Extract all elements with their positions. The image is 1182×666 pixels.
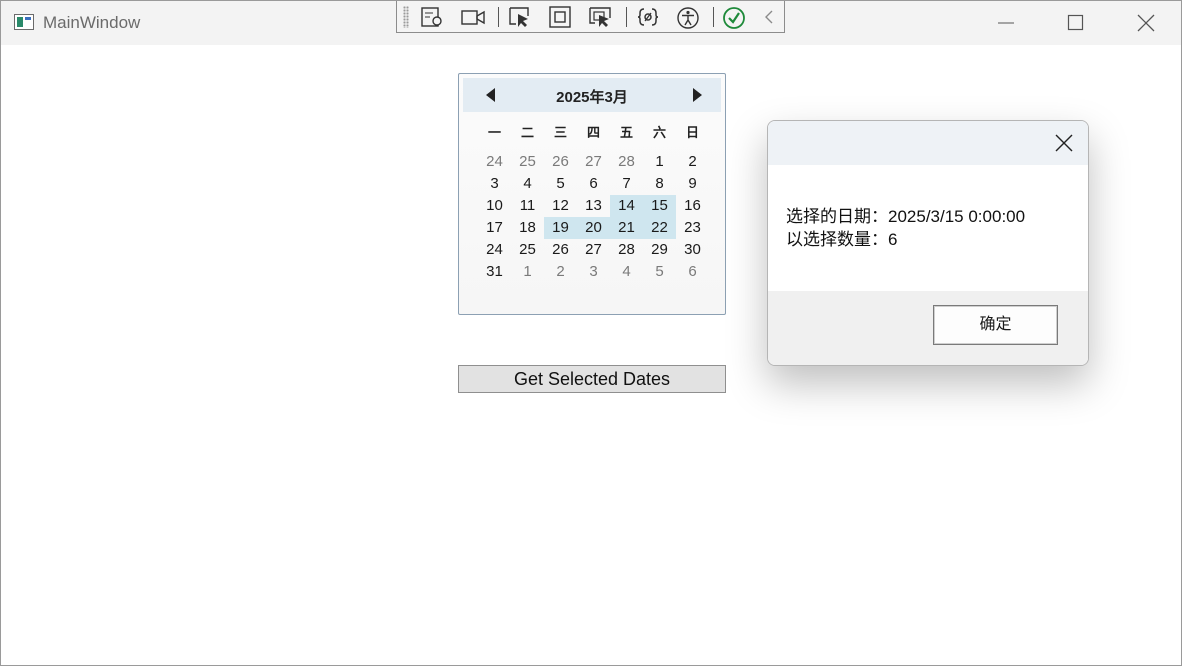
weekday-label: 四 [586, 125, 600, 140]
visual-tree-icon [421, 7, 442, 27]
calendar-day[interactable]: 16 [676, 195, 709, 217]
calendar: 2025年3月 一 二 三 四 五 六 日 24 25 26 27 28 1 2 3 4 5 6 7 8… [458, 73, 726, 315]
weekday-label: 二 [520, 125, 534, 140]
weekday-label: 六 [652, 125, 666, 140]
calendar-header: 2025年3月 [463, 78, 721, 112]
calendar-day[interactable]: 6 [577, 173, 610, 195]
layout-adorners-button[interactable] [547, 5, 573, 29]
calendar-day[interactable]: 19 [544, 217, 577, 239]
calendar-day[interactable]: 5 [643, 261, 676, 283]
calendar-day[interactable]: 27 [577, 239, 610, 261]
calendar-day[interactable]: 24 [478, 151, 511, 173]
visual-tree-button[interactable] [419, 5, 445, 29]
calendar-day[interactable]: 17 [478, 217, 511, 239]
close-button[interactable] [1111, 1, 1181, 45]
minimize-icon [998, 22, 1014, 24]
track-focus-icon [589, 7, 611, 27]
video-icon [461, 10, 485, 25]
maximize-icon [1067, 14, 1084, 31]
calendar-day[interactable]: 13 [577, 195, 610, 217]
calendar-day[interactable]: 5 [544, 173, 577, 195]
weekday-label: 五 [619, 125, 633, 140]
binding-failures-button[interactable] [635, 5, 661, 29]
select-element-icon [509, 7, 529, 27]
grip-icon[interactable] [403, 6, 409, 28]
calendar-day[interactable]: 28 [610, 151, 643, 173]
hot-reload-check-icon [723, 7, 745, 29]
calendar-day[interactable]: 2 [676, 151, 709, 173]
main-window: MainWindow 2025年3月 一 二 三 四 五 六 日 24 25 2… [0, 0, 1182, 666]
calendar-day[interactable]: 7 [610, 173, 643, 195]
get-selected-dates-button[interactable]: Get Selected Dates [458, 365, 726, 393]
triangle-right-icon [693, 88, 702, 102]
calendar-day[interactable]: 4 [610, 261, 643, 283]
dialog-close-button[interactable] [1038, 121, 1088, 165]
track-focus-button[interactable] [587, 5, 613, 29]
dialog-footer: 确定 [768, 291, 1088, 365]
calendar-day[interactable]: 11 [511, 195, 544, 217]
calendar-day[interactable]: 20 [577, 217, 610, 239]
xaml-debug-toolbar [396, 1, 785, 33]
calendar-day[interactable]: 22 [643, 217, 676, 239]
maximize-button[interactable] [1041, 1, 1111, 45]
calendar-day[interactable]: 1 [511, 261, 544, 283]
calendar-day[interactable]: 15 [643, 195, 676, 217]
calendar-day[interactable]: 12 [544, 195, 577, 217]
weekday-label: 三 [553, 125, 567, 140]
calendar-week-row: 17 18 19 20 21 22 23 [478, 217, 709, 239]
calendar-day[interactable]: 8 [643, 173, 676, 195]
calendar-day[interactable]: 1 [643, 151, 676, 173]
calendar-day[interactable]: 24 [478, 239, 511, 261]
calendar-day[interactable]: 26 [544, 239, 577, 261]
selected-date-text: 选择的日期：2025/3/15 0:00:00 [786, 207, 1026, 226]
display-layout-adorners-icon [549, 6, 571, 28]
calendar-month-title[interactable]: 2025年3月 [463, 86, 721, 107]
calendar-week-row: 24 25 26 27 28 1 2 [478, 151, 709, 173]
selected-count-text: 以选择数量：6 [786, 230, 898, 249]
ok-button[interactable]: 确定 [933, 305, 1058, 345]
calendar-day[interactable]: 25 [511, 239, 544, 261]
calendar-week-row: 24 25 26 27 28 29 30 [478, 239, 709, 261]
minimize-button[interactable] [971, 1, 1041, 45]
calendar-week-row: 3456789 [478, 173, 709, 195]
dialog-message: 选择的日期：2025/3/15 0:00:00 以选择数量：6 [786, 205, 1025, 251]
select-element-button[interactable] [507, 5, 533, 29]
record-button[interactable] [459, 5, 485, 29]
app-icon [14, 14, 34, 30]
calendar-day[interactable]: 2 [544, 261, 577, 283]
hot-reload-button[interactable] [721, 5, 747, 29]
weekday-header: 一 二 三 四 五 六 日 [478, 122, 709, 144]
calendar-day[interactable]: 29 [643, 239, 676, 261]
calendar-day[interactable]: 18 [511, 217, 544, 239]
close-icon [1055, 134, 1073, 152]
binding-failures-icon [637, 8, 659, 26]
calendar-day[interactable]: 9 [676, 173, 709, 195]
calendar-day[interactable]: 30 [676, 239, 709, 261]
next-month-button[interactable] [689, 87, 705, 103]
calendar-day[interactable]: 25 [511, 151, 544, 173]
calendar-week-row: 10 11 12 13 14 15 16 [478, 195, 709, 217]
calendar-day[interactable]: 4 [511, 173, 544, 195]
calendar-day[interactable]: 14 [610, 195, 643, 217]
calendar-day[interactable]: 6 [676, 261, 709, 283]
weekday-label: 一 [487, 125, 501, 140]
calendar-day[interactable]: 26 [544, 151, 577, 173]
calendar-week-row: 31 1 2 3 4 5 6 [478, 261, 709, 283]
calendar-day[interactable]: 23 [676, 217, 709, 239]
calendar-day[interactable]: 31 [478, 261, 511, 283]
weekday-label: 日 [685, 125, 699, 140]
accessibility-icon [677, 7, 699, 29]
window-title: MainWindow [43, 13, 141, 32]
calendar-day[interactable]: 21 [610, 217, 643, 239]
close-icon [1137, 14, 1155, 32]
calendar-day[interactable]: 27 [577, 151, 610, 173]
collapse-toolbar-button[interactable] [759, 5, 785, 29]
accessibility-button[interactable] [675, 5, 701, 29]
collapse-chevron-icon [765, 10, 773, 24]
message-box-dialog: 选择的日期：2025/3/15 0:00:00 以选择数量：6 确定 [767, 120, 1089, 366]
calendar-day[interactable]: 28 [610, 239, 643, 261]
calendar-day[interactable]: 3 [478, 173, 511, 195]
calendar-day[interactable]: 10 [478, 195, 511, 217]
calendar-day[interactable]: 3 [577, 261, 610, 283]
